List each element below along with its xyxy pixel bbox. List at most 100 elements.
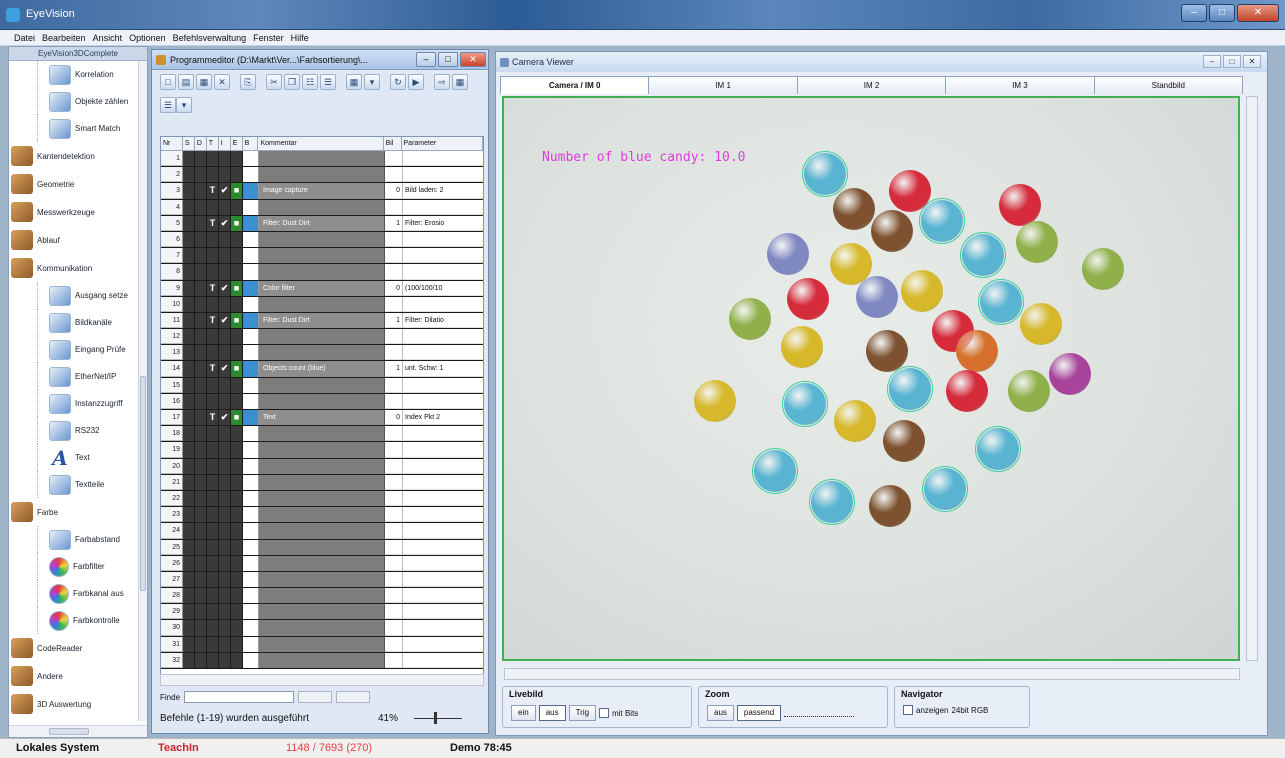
parameter-cell[interactable] [403, 264, 483, 280]
table-row[interactable]: 26 [161, 555, 483, 572]
image-index-cell[interactable] [385, 167, 403, 183]
parameter-cell[interactable] [403, 555, 483, 571]
flag-cell[interactable] [207, 377, 219, 393]
comment-cell[interactable] [259, 588, 385, 604]
grid-horizontal-scrollbar[interactable] [160, 674, 484, 686]
comment-cell[interactable]: Color filter [259, 280, 385, 296]
parameter-cell[interactable] [403, 636, 483, 652]
comment-cell[interactable] [259, 636, 385, 652]
table-row[interactable]: 9 T ✔ ■ Color filter 0 (100/100/10 [161, 280, 483, 297]
parameter-cell[interactable] [403, 199, 483, 215]
flag-cell[interactable] [183, 442, 195, 458]
comment-cell[interactable] [259, 458, 385, 474]
flag-cell[interactable] [207, 523, 219, 539]
flag-cell[interactable] [183, 620, 195, 636]
parameter-cell[interactable] [403, 523, 483, 539]
flag-cell[interactable] [219, 555, 231, 571]
toolbox-item[interactable]: Farbfilter [9, 553, 147, 580]
flag-cell[interactable] [195, 151, 207, 167]
flag-cell[interactable] [219, 151, 231, 167]
flag-cell[interactable] [195, 458, 207, 474]
flag-cell[interactable] [207, 151, 219, 167]
parameter-cell[interactable] [403, 377, 483, 393]
flag-cell[interactable] [231, 474, 243, 490]
flag-cell[interactable] [207, 507, 219, 523]
column-header[interactable]: D [195, 137, 207, 150]
flag-cell[interactable] [207, 296, 219, 312]
flag-cell[interactable] [183, 507, 195, 523]
flag-cell[interactable] [183, 490, 195, 507]
flag-cell[interactable] [219, 507, 231, 523]
tab-im2[interactable]: IM 2 [796, 76, 947, 94]
flag-cell[interactable] [183, 231, 195, 248]
flag-cell[interactable] [195, 231, 207, 248]
find-previous-button[interactable] [298, 691, 333, 703]
image-index-cell[interactable] [385, 442, 403, 458]
table-row[interactable]: 22 [161, 490, 483, 508]
toolbox-item[interactable]: Korrelation [9, 61, 147, 88]
flag-cell[interactable] [195, 490, 207, 507]
flag-cell[interactable] [219, 264, 231, 280]
flag-cell[interactable] [231, 231, 243, 248]
table-row[interactable]: 10 [161, 296, 483, 313]
flag-cell[interactable] [195, 652, 207, 668]
comment-cell[interactable] [259, 555, 385, 571]
parameter-cell[interactable] [403, 458, 483, 474]
flag-cell[interactable] [219, 490, 231, 507]
table-row[interactable]: 23 [161, 507, 483, 524]
flag-s-cell[interactable] [183, 410, 195, 426]
minimize-button[interactable]: – [416, 52, 436, 67]
zoom-level-slider[interactable] [784, 709, 855, 717]
zoom-slider[interactable] [414, 711, 462, 724]
table-row[interactable]: 6 [161, 231, 483, 249]
flag-i-check-icon[interactable]: ✔ [219, 312, 231, 329]
flag-s-cell[interactable] [183, 280, 195, 296]
dropdown-arrow-icon[interactable]: ▾ [176, 97, 192, 113]
trigger-button[interactable]: Trig [568, 705, 597, 721]
comment-cell[interactable] [259, 248, 385, 264]
toolbox-horizontal-scrollbar[interactable] [9, 725, 147, 737]
flag-cell[interactable] [231, 167, 243, 183]
toolbox-item[interactable]: Messwerkzeuge [9, 198, 147, 226]
flag-cell[interactable] [231, 296, 243, 312]
comment-cell[interactable] [259, 199, 385, 215]
flag-e-icon[interactable]: ■ [231, 280, 243, 296]
insert-icon[interactable]: ☰ [320, 74, 336, 90]
flag-e-icon[interactable]: ■ [231, 361, 243, 377]
flag-cell[interactable] [183, 151, 195, 167]
toolbox-item[interactable]: Geometrie [9, 170, 147, 198]
flag-i-check-icon[interactable]: ✔ [219, 280, 231, 296]
open-icon[interactable]: ▤ [178, 74, 194, 90]
comment-cell[interactable]: Filter: Dust Dirt [259, 215, 385, 231]
image-index-cell[interactable] [385, 231, 403, 248]
flag-cell[interactable] [195, 264, 207, 280]
flag-cell[interactable] [231, 458, 243, 474]
table-icon[interactable]: ▦ [452, 74, 468, 90]
image-index-cell[interactable]: 0 [385, 183, 403, 199]
flag-cell[interactable] [231, 442, 243, 458]
comment-cell[interactable] [259, 296, 385, 312]
flag-cell[interactable] [207, 474, 219, 490]
flag-cell[interactable] [219, 474, 231, 490]
toolbox-item[interactable]: Farbe [9, 498, 147, 526]
flag-t-icon[interactable]: T [207, 361, 219, 377]
comment-cell[interactable] [259, 167, 385, 183]
flag-d-cell[interactable] [195, 361, 207, 377]
flag-cell[interactable] [195, 588, 207, 604]
parameter-cell[interactable] [403, 329, 483, 345]
table-row[interactable]: 4 [161, 199, 483, 216]
toolbox-item[interactable]: Instanzzugriff [9, 390, 147, 417]
column-header[interactable]: Nr [161, 137, 183, 150]
flag-cell[interactable] [219, 652, 231, 668]
flag-cell[interactable] [219, 377, 231, 393]
flag-s-cell[interactable] [183, 312, 195, 329]
parameter-cell[interactable] [403, 604, 483, 620]
parameter-cell[interactable]: Bild laden: 2 [403, 183, 483, 199]
flag-cell[interactable] [195, 523, 207, 539]
toolbox-item[interactable]: Smart Match [9, 115, 147, 142]
flag-cell[interactable] [219, 167, 231, 183]
flag-cell[interactable] [231, 539, 243, 555]
flag-cell[interactable] [207, 571, 219, 588]
comment-cell[interactable] [259, 604, 385, 620]
toolbox-item[interactable]: CodeReader [9, 634, 147, 662]
